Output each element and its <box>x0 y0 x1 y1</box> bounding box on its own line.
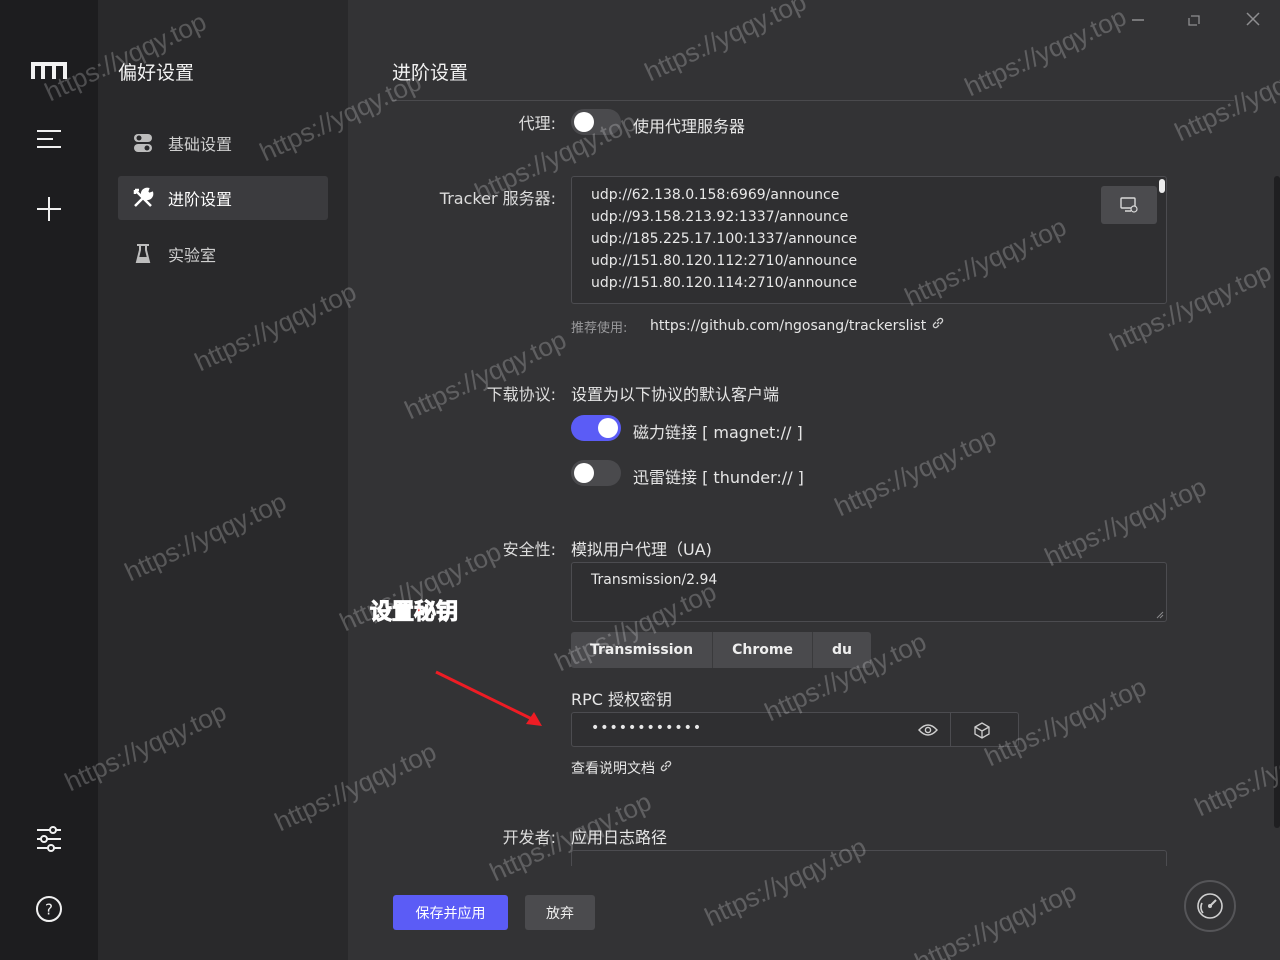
flask-icon <box>132 243 154 265</box>
thunder-toggle-label: 迅雷链接 [ thunder:// ] <box>633 468 804 487</box>
page-title: 进阶设置 <box>392 62 469 84</box>
maximize-icon[interactable] <box>1182 8 1208 30</box>
tracker-scrollbar[interactable] <box>1159 179 1165 193</box>
logo-icon <box>28 50 70 92</box>
tracker-line: udp://93.158.213.92:1337/announce <box>591 209 849 225</box>
log-path-input[interactable] <box>571 850 1167 866</box>
sync-icon <box>1120 197 1138 213</box>
magnet-toggle-label: 磁力链接 [ magnet:// ] <box>633 423 803 442</box>
rpc-title: RPC 授权密钥 <box>571 690 673 709</box>
main-scrollbar[interactable] <box>1274 176 1280 828</box>
trackerslist-link[interactable]: https://github.com/ngosang/trackerslist <box>650 316 945 334</box>
help-icon[interactable]: ? <box>28 888 70 930</box>
ua-textarea[interactable]: Transmission/2.94 <box>571 562 1167 622</box>
settings-nav: 偏好设置 基础设置 进阶设置 实验室 <box>98 0 348 960</box>
nav-item-advanced[interactable]: 进阶设置 <box>118 176 328 220</box>
magnet-toggle[interactable] <box>571 415 621 441</box>
thunder-toggle[interactable] <box>571 460 621 486</box>
svg-text:?: ? <box>45 901 53 919</box>
tracker-line: udp://185.225.17.100:1337/announce <box>591 231 858 247</box>
toggle-icon <box>132 132 154 154</box>
nav-title: 偏好设置 <box>118 62 195 84</box>
eye-icon[interactable] <box>916 720 940 740</box>
developer-label: 开发者: <box>502 828 556 847</box>
ua-preset-transmission[interactable]: Transmission <box>571 632 714 668</box>
annotation-arrow <box>435 670 542 726</box>
ua-preset-chrome[interactable]: Chrome <box>713 632 813 668</box>
title-divider <box>392 100 1234 101</box>
main-panel: 进阶设置 代理: 使用代理服务器 Tracker 服务器: udp://62.1… <box>348 0 1280 960</box>
save-apply-button[interactable]: 保存并应用 <box>393 895 508 930</box>
nav-item-label: 基础设置 <box>168 135 233 154</box>
tracker-line: udp://151.80.120.112:2710/announce <box>591 253 858 269</box>
speedometer-icon <box>1197 893 1223 919</box>
nav-item-label: 实验室 <box>168 246 217 265</box>
generate-secret-icon[interactable] <box>970 719 994 741</box>
resize-handle-icon <box>1156 611 1164 619</box>
tracker-line: udp://151.80.120.114:2710/announce <box>591 275 858 291</box>
annotation-text: 设置秘钥 <box>369 600 459 626</box>
ua-preset-du[interactable]: du <box>812 632 871 668</box>
proxy-toggle[interactable] <box>571 109 621 135</box>
tools-icon <box>132 187 154 209</box>
proxy-toggle-label: 使用代理服务器 <box>633 117 746 136</box>
rpc-secret-input[interactable]: •••••••••••• <box>571 712 1019 747</box>
tracker-label: Tracker 服务器: <box>439 189 556 208</box>
ua-title: 模拟用户代理（UA) <box>571 540 712 559</box>
nav-item-label: 进阶设置 <box>168 190 233 209</box>
protocol-label: 下载协议: <box>486 385 556 404</box>
sync-tracker-button[interactable] <box>1101 186 1157 224</box>
link-icon <box>932 317 943 329</box>
log-path-title: 应用日志路径 <box>571 828 668 847</box>
link-icon <box>661 760 672 772</box>
doc-link[interactable]: 查看说明文档 <box>571 758 673 778</box>
sidebar-rail: ? <box>0 0 98 960</box>
nav-item-lab[interactable]: 实验室 <box>118 232 328 276</box>
security-label: 安全性: <box>502 540 556 559</box>
nav-item-basic[interactable]: 基础设置 <box>118 121 328 165</box>
discard-button[interactable]: 放弃 <box>525 895 595 930</box>
input-divider <box>950 713 951 746</box>
tracker-line: udp://62.138.0.158:6969/announce <box>591 187 840 203</box>
proxy-label: 代理: <box>518 114 556 133</box>
plus-icon[interactable] <box>28 188 70 230</box>
ua-value: Transmission/2.94 <box>591 572 718 588</box>
ua-preset-group: Transmission Chrome du <box>571 632 871 668</box>
rpc-secret-value: •••••••••••• <box>591 720 703 736</box>
tracker-textarea[interactable]: udp://62.138.0.158:6969/announce udp://9… <box>571 176 1167 304</box>
minimize-icon[interactable] <box>1125 8 1151 30</box>
protocol-desc: 设置为以下协议的默认客户端 <box>571 385 780 404</box>
sliders-icon[interactable] <box>28 818 70 860</box>
menu-icon[interactable] <box>28 118 70 160</box>
close-icon[interactable] <box>1240 8 1266 30</box>
speedometer-button[interactable] <box>1184 880 1236 932</box>
tracker-hint-prefix: 推荐使用: <box>571 321 628 336</box>
